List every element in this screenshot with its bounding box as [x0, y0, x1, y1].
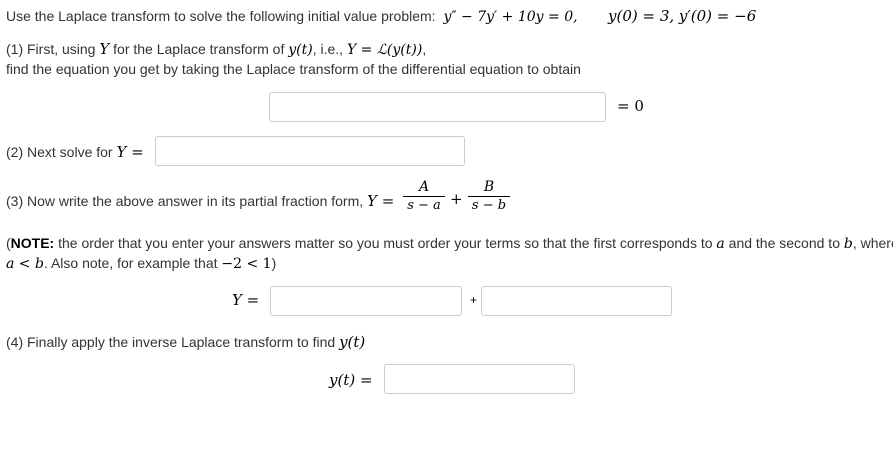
step1-text-c: , i.e.,: [312, 41, 344, 57]
fraction-B-denominator: s − b: [471, 198, 507, 213]
step2-label: (2) Next solve for Y =: [6, 143, 144, 161]
solve-for-Y-input[interactable]: [155, 136, 465, 166]
yt-answer-label: y(t) =: [329, 371, 373, 389]
answer-plus-sign: +: [470, 293, 478, 307]
note-condition: a < b: [6, 256, 44, 272]
step1-line1: (1) First, using Y for the Laplace trans…: [6, 40, 426, 58]
fraction-B-numerator: B: [483, 179, 495, 195]
partial-fraction-term1-input[interactable]: [270, 286, 462, 316]
step1-text-d: ,: [422, 41, 427, 57]
problem-ode: y″ − 7y′ + 10y = 0,: [443, 9, 578, 25]
note-var-a: a: [716, 236, 725, 252]
note-line1: (NOTE: the order that you enter your ans…: [6, 235, 893, 252]
step1-text-b: for the Laplace transform of: [113, 41, 285, 57]
note-line2: a < b. Also note, for example that −2 < …: [6, 255, 276, 272]
partial-fraction-term2-input[interactable]: [481, 286, 672, 316]
fraction-A-denominator: s − a: [407, 198, 441, 213]
note-bold: NOTE:: [10, 235, 55, 251]
fraction-A-numerator: A: [418, 179, 430, 195]
note-text4: . Also note, for example that: [43, 255, 222, 271]
partial-fraction-plus: +: [450, 190, 463, 208]
step4-text: (4) Finally apply the inverse Laplace tr…: [6, 334, 336, 350]
note-var-b: b: [843, 236, 853, 252]
step2-Y-equals: Y =: [116, 143, 144, 161]
initial-conditions: y(0) = 3, y′(0) = −6: [608, 7, 757, 25]
transformed-equation-input[interactable]: [269, 92, 606, 122]
step1-text-a: (1) First, using: [6, 41, 96, 57]
problem-intro: Use the Laplace transform to solve the f…: [6, 8, 436, 24]
problem-statement: Use the Laplace transform to solve the f…: [6, 8, 578, 25]
note-text2: and the second to: [724, 235, 844, 251]
step1-definition: Y = ℒ(y(t)): [346, 42, 423, 58]
fraction-B-over-s-minus-b: B s − b: [468, 179, 510, 213]
yt-answer-input[interactable]: [384, 364, 575, 394]
top-clipped-edge: [0, 0, 893, 2]
step1-Y: Y: [99, 40, 110, 58]
step1-line2: find the equation you get by taking the …: [6, 61, 581, 77]
step4-label: (4) Finally apply the inverse Laplace tr…: [6, 333, 365, 351]
equals-zero-label: = 0: [617, 97, 644, 115]
note-example: −2 < 1: [221, 256, 272, 272]
answer-Y-label: Y =: [232, 291, 260, 309]
note-text1: the order that you enter your answers ma…: [54, 235, 717, 251]
fraction-A-bar: [403, 196, 445, 197]
note-text3: , where: [852, 235, 893, 251]
step3-Y-equals: Y =: [367, 192, 395, 210]
step4-yt: y(t): [339, 333, 366, 351]
step3-text: (3) Now write the above answer in its pa…: [6, 193, 364, 209]
step2-text: (2) Next solve for: [6, 144, 113, 160]
fraction-A-over-s-minus-a: A s − a: [403, 179, 445, 213]
step3-label: (3) Now write the above answer in its pa…: [6, 192, 394, 210]
fraction-B-bar: [468, 196, 510, 197]
step1-yt: y(t): [288, 42, 313, 58]
note-close-paren: ): [271, 255, 277, 271]
